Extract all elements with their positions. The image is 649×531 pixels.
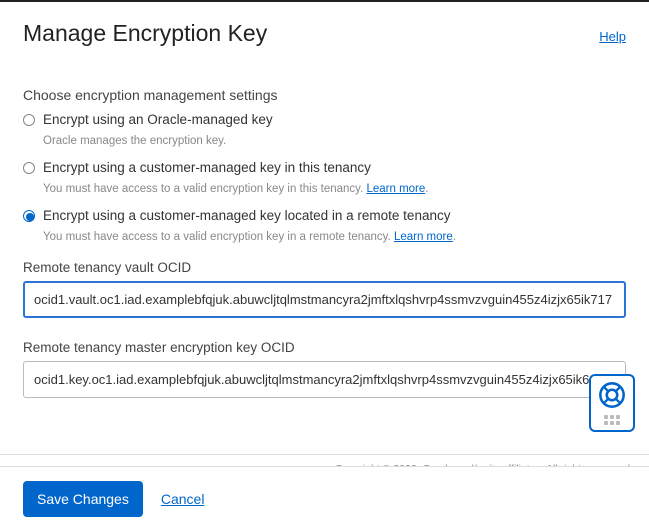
- cancel-link[interactable]: Cancel: [161, 491, 205, 507]
- vault-ocid-input[interactable]: [23, 281, 626, 318]
- drag-handle-icon[interactable]: [604, 415, 620, 425]
- dialog-footer: Save Changes Cancel: [0, 466, 649, 531]
- dialog-header: Manage Encryption Key Help: [23, 20, 626, 47]
- option-customer-key-this-tenancy-help: You must have access to a valid encrypti…: [43, 182, 626, 197]
- learn-more-link[interactable]: Learn more: [366, 183, 425, 195]
- section-subtitle: Choose encryption management settings: [23, 87, 626, 103]
- vault-ocid-label: Remote tenancy vault OCID: [23, 260, 626, 275]
- option-customer-key-remote-tenancy-help: You must have access to a valid encrypti…: [43, 230, 626, 245]
- option-oracle-managed[interactable]: Encrypt using an Oracle-managed key: [23, 111, 626, 130]
- encryption-options: Encrypt using an Oracle-managed key Orac…: [23, 111, 626, 244]
- radio-label: Encrypt using a customer-managed key loc…: [43, 207, 450, 226]
- radio-label: Encrypt using an Oracle-managed key: [43, 111, 273, 130]
- page-title: Manage Encryption Key: [23, 20, 267, 47]
- lifebuoy-icon: [598, 381, 626, 409]
- key-ocid-label: Remote tenancy master encryption key OCI…: [23, 340, 626, 355]
- key-ocid-input[interactable]: [23, 361, 626, 398]
- radio-label: Encrypt using a customer-managed key in …: [43, 159, 371, 178]
- save-button[interactable]: Save Changes: [23, 481, 143, 517]
- learn-more-link[interactable]: Learn more: [394, 231, 453, 243]
- help-widget[interactable]: [589, 374, 635, 432]
- radio-icon: [23, 114, 35, 126]
- divider: [0, 454, 649, 455]
- option-customer-key-this-tenancy[interactable]: Encrypt using a customer-managed key in …: [23, 159, 626, 178]
- option-oracle-managed-help: Oracle manages the encryption key.: [43, 134, 626, 149]
- option-customer-key-remote-tenancy[interactable]: Encrypt using a customer-managed key loc…: [23, 207, 626, 226]
- help-link[interactable]: Help: [599, 29, 626, 44]
- radio-icon: [23, 162, 35, 174]
- radio-icon: [23, 210, 35, 222]
